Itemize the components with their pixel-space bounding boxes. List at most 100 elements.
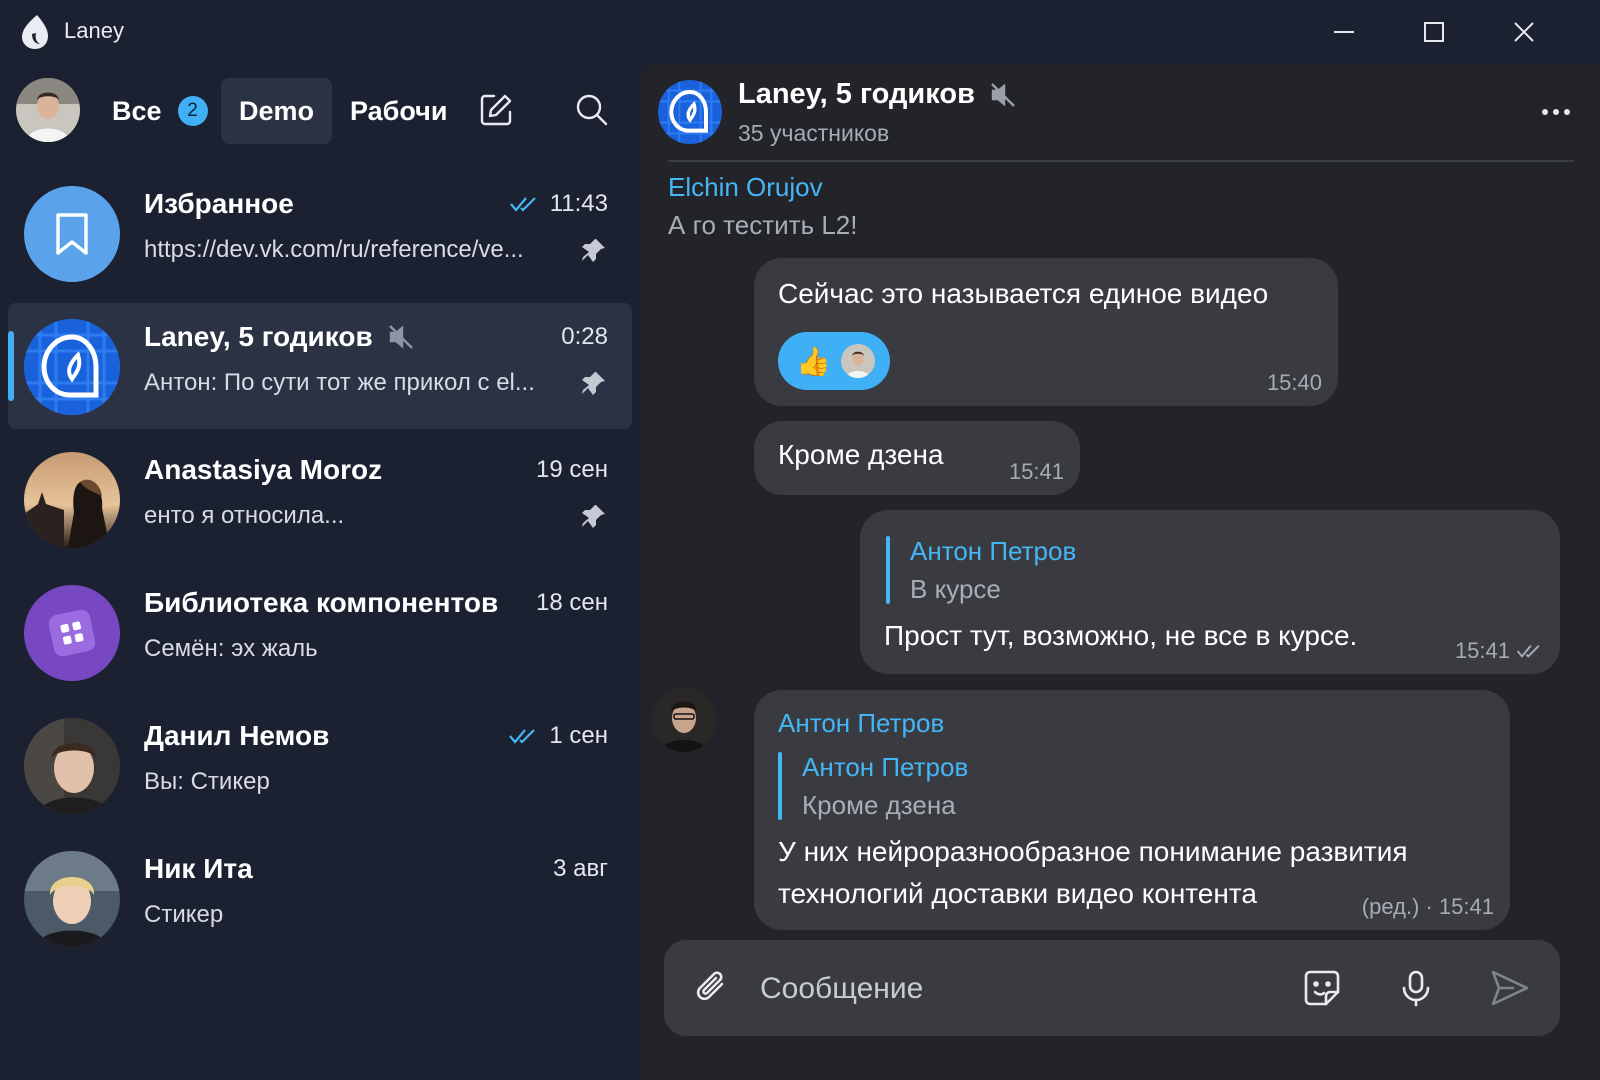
sticker-icon (1304, 970, 1340, 1006)
chat-item-laney[interactable]: Laney, 5 годиков 0:28 Антон: По сути тот… (8, 303, 632, 429)
message-text-line: У них нейроразнообразное понимание разви… (778, 836, 1408, 867)
message-sender[interactable]: Elchin Orujov (668, 172, 823, 203)
bookmark-icon (56, 213, 88, 255)
user-photo-icon (24, 851, 120, 947)
message-text-line: технологий доставки видео контента (778, 878, 1257, 909)
message-meta: 15:41 (1455, 638, 1544, 664)
sticker-button[interactable] (1298, 964, 1346, 1012)
reply-sender[interactable]: Антон Петров (802, 752, 968, 783)
chat-name: Ник Ита (144, 853, 253, 884)
tab-all[interactable]: Все 2 (112, 78, 208, 144)
maximize-button[interactable] (1402, 8, 1466, 56)
chat-name: Данил Немов (144, 720, 330, 751)
compose-icon (480, 94, 512, 126)
message-bubble[interactable]: Кроме дзена 15:41 (754, 421, 1080, 495)
chat-time-group: 19 сен (536, 456, 608, 484)
chat-preview: https://dev.vk.com/ru/reference/ve... (144, 236, 524, 263)
sender-avatar[interactable] (652, 688, 716, 752)
chat-item-components-library[interactable]: Библиотека компонентов 18 сен Семён: эх … (8, 569, 632, 695)
sidebar: Все 2 Demo Рабочи Избранное 11:43 https:… (0, 64, 640, 1080)
reactor-avatar (840, 344, 875, 378)
chat-time: 3 авг (553, 855, 608, 882)
more-horizontal-icon (1542, 109, 1570, 115)
pin-icon (582, 372, 605, 395)
chat-preview: Вы: Стикер (144, 768, 270, 795)
chat-header-avatar[interactable] (658, 80, 722, 144)
profile-photo-icon (840, 344, 875, 378)
message-time: 15:40 (1266, 370, 1322, 395)
chat-header-title-group: Laney, 5 годиков (738, 78, 1017, 111)
message-time: (ред.) · 15:41 (1361, 894, 1494, 919)
chat-time-group: 0:28 (561, 323, 608, 351)
user-photo-icon (24, 718, 120, 814)
message-text: Сейчас это называется единое видео (778, 278, 1269, 309)
user-photo-icon (24, 452, 120, 548)
my-avatar[interactable] (16, 78, 80, 142)
components-library-avatar (24, 585, 120, 681)
chat-preview: Семён: эх жаль (144, 635, 318, 662)
compose-button[interactable] (476, 90, 516, 130)
message-text: Кроме дзена (778, 439, 944, 470)
message-bubble[interactable]: Сейчас это называется единое видео 👍 15:… (754, 258, 1338, 406)
close-icon (1514, 22, 1534, 42)
muted-icon (388, 325, 413, 349)
message-bubble-outgoing[interactable]: Антон Петров В курсе Прост тут, возможно… (860, 510, 1560, 674)
message-text: А го тестить L2! (668, 210, 858, 240)
send-button[interactable] (1486, 964, 1534, 1012)
unread-badge: 2 (177, 96, 208, 126)
voice-message-button[interactable] (1392, 964, 1440, 1012)
sidebar-toolbar: Все 2 Demo Рабочи (0, 64, 640, 156)
double-check-icon (1516, 644, 1540, 658)
more-options-button[interactable] (1534, 90, 1578, 134)
chat-time: 0:28 (561, 323, 608, 350)
chat-name: Библиотека компонентов (144, 587, 499, 618)
chat-item-nik[interactable]: Ник Ита 3 авг Стикер (8, 835, 632, 961)
title-bar: Laney (0, 0, 1600, 64)
message-time: 15:41 (1008, 459, 1064, 484)
favorites-avatar (24, 186, 120, 282)
chat-name-group: Laney, 5 годиков (144, 321, 415, 353)
message-text: Прост тут, возможно, не все в курсе. (884, 620, 1358, 651)
chat-preview: Антон: По сути тот же прикол с el... (144, 369, 535, 396)
reaction-chip[interactable]: 👍 (778, 332, 890, 390)
maximize-icon (1424, 22, 1444, 42)
minimize-button[interactable] (1312, 8, 1376, 56)
message-sender[interactable]: Антон Петров (778, 708, 944, 739)
chat-time: 11:43 (549, 190, 608, 217)
laney-logo-icon (658, 80, 722, 144)
user-photo-icon (652, 688, 716, 752)
chat-preview: енто я относила... (144, 502, 345, 529)
message-input[interactable] (758, 962, 1282, 1016)
chat-time: 1 сен (549, 722, 608, 749)
message-time: 15:41 (1454, 638, 1510, 663)
pin-icon (582, 239, 605, 262)
profile-photo-icon (16, 78, 80, 142)
microphone-icon (1402, 970, 1430, 1007)
chat-item-favorites[interactable]: Избранное 11:43 https://dev.vk.com/ru/re… (8, 170, 632, 296)
chat-name: Anastasiya Moroz (144, 454, 383, 485)
reply-quote-bar (886, 536, 890, 604)
tab-work-label: Рабочи (350, 95, 446, 126)
nik-avatar (24, 851, 120, 947)
laney-logo-icon (22, 15, 48, 49)
chat-panel: Laney, 5 годиков 35 участников Elchin Or… (640, 64, 1600, 1080)
attach-button[interactable] (688, 964, 736, 1012)
chat-time-group: 18 сен (536, 589, 608, 617)
message-bubble[interactable]: Антон Петров Антон Петров Кроме дзена У … (754, 690, 1510, 930)
reply-sender[interactable]: Антон Петров (910, 536, 1076, 567)
chat-subtitle: 35 участников (738, 120, 890, 146)
header-divider (668, 160, 1574, 162)
tab-work[interactable]: Рабочи (350, 78, 446, 144)
pin-icon (582, 505, 605, 528)
double-check-icon (509, 197, 536, 212)
tab-demo[interactable]: Demo (221, 78, 333, 144)
search-button[interactable] (572, 90, 612, 130)
send-icon (1491, 970, 1529, 1006)
close-button[interactable] (1492, 8, 1556, 56)
chat-item-anastasiya[interactable]: Anastasiya Moroz 19 сен енто я относила.… (8, 436, 632, 562)
danil-avatar (24, 718, 120, 814)
chat-item-danil[interactable]: Данил Немов 1 сен Вы: Стикер (8, 702, 632, 828)
reply-text: В курсе (910, 574, 1001, 604)
chat-header[interactable]: Laney, 5 годиков 35 участников (640, 64, 1600, 160)
chat-name: Laney, 5 годиков (144, 321, 373, 352)
